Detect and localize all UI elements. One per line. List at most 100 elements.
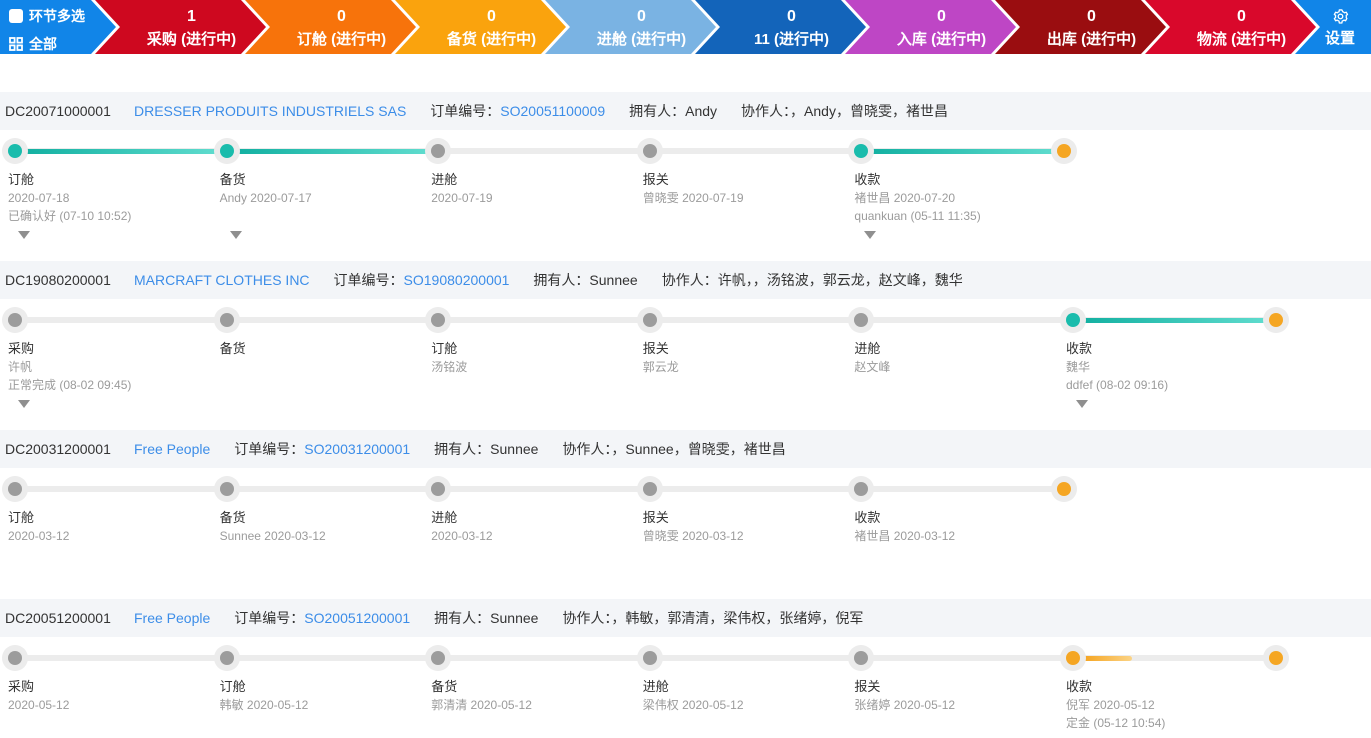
- timeline-segment-partial: [1082, 656, 1132, 661]
- milestone-dot[interactable]: [1066, 651, 1080, 665]
- timeline-segment-done: [15, 149, 227, 154]
- milestone-dot[interactable]: [854, 651, 869, 665]
- company-link[interactable]: MARCRAFT CLOTHES INC: [134, 272, 310, 288]
- company-link[interactable]: Free People: [134, 610, 210, 626]
- milestone-dot[interactable]: [642, 651, 657, 665]
- order-no-label: 订单编号：: [333, 272, 404, 288]
- stage-count: 1: [187, 8, 196, 25]
- timeline: 订舱 2020-07-18 已确认好 (07-10 10:52) 备货 Andy 202…: [0, 130, 1371, 261]
- end-dot[interactable]: [1269, 651, 1283, 665]
- milestone-name: 进舱: [431, 172, 458, 187]
- order-header: DC20071000001 DRESSER PRODUITS INDUSTRIEL…: [0, 92, 1371, 130]
- milestone-detail: 正常完成 (08-02 09:45): [8, 378, 132, 392]
- order-no-link[interactable]: SO20051100009: [500, 103, 605, 119]
- stage-label: 备货 (进行中): [446, 31, 537, 48]
- expand-arrow-icon[interactable]: [864, 231, 877, 239]
- milestone-detail: 梁伟权 2020-05-12: [642, 698, 744, 712]
- milestone-dot[interactable]: [219, 482, 234, 496]
- milestone-info: 订舱 汤铭波: [431, 339, 636, 376]
- stage-tab-caigou[interactable]: 1 采购 (进行中): [95, 0, 266, 54]
- company-link[interactable]: DRESSER PRODUITS INDUSTRIELS SAS: [134, 103, 406, 119]
- end-dot[interactable]: [1057, 144, 1072, 158]
- stage-tab-dingcang[interactable]: 0 订舱 (进行中): [245, 0, 416, 54]
- milestone-dot[interactable]: [219, 651, 234, 665]
- milestone-dot[interactable]: [8, 482, 22, 496]
- expand-arrow-icon[interactable]: [18, 231, 30, 239]
- milestone-info: 进舱 赵文峰: [854, 339, 1059, 376]
- milestone-detail: 2020-03-12: [431, 529, 493, 543]
- milestone-dot[interactable]: [8, 144, 22, 158]
- stage-label: 采购 (进行中): [146, 31, 237, 48]
- order-no: 订单编号：SO20051100009: [430, 101, 605, 121]
- stage-count: 0: [637, 8, 646, 25]
- order-row: DC20051200001 Free People 订单编号：SO200512000…: [0, 599, 1371, 738]
- milestone-dot[interactable]: [642, 482, 657, 496]
- milestone-info: 备货 郭清清 2020-05-12: [431, 677, 636, 714]
- milestone-name: 采购: [8, 679, 35, 694]
- stage-tab-ruku[interactable]: 0 入库 (进行中): [845, 0, 1016, 54]
- milestone-detail: 郭清清 2020-05-12: [431, 698, 532, 712]
- milestone-dot[interactable]: [854, 144, 869, 158]
- owner: 拥有人：Sunnee: [434, 441, 539, 457]
- milestone-dot[interactable]: [1066, 313, 1080, 327]
- milestone-dot[interactable]: [8, 651, 22, 665]
- order-code: DC20071000001: [5, 103, 111, 119]
- milestone-dot[interactable]: [8, 313, 22, 327]
- order-no-label: 订单编号：: [234, 441, 305, 457]
- timeline: 订舱 2020-03-12 备货 Sunnee 2020-03-12 进舱 2020-03…: [0, 468, 1371, 599]
- order-no-link[interactable]: SO19080200001: [404, 272, 510, 288]
- milestone-name: 进舱: [854, 341, 881, 356]
- stage-tab-chuku[interactable]: 0 出库 (进行中): [995, 0, 1166, 54]
- milestone-detail: 2020-07-18: [8, 191, 70, 205]
- milestone-info: 报关 曾晓雯 2020-03-12: [643, 508, 848, 545]
- milestone-info: 订舱 2020-03-12: [8, 508, 213, 545]
- milestone-info: 备货 Andy 2020-07-17: [220, 170, 425, 207]
- order-no-link[interactable]: SO20031200001: [304, 441, 410, 457]
- milestone-detail: 魏华: [1066, 360, 1091, 374]
- order-header: DC20031200001 Free People 订单编号：SO200312000…: [0, 430, 1371, 468]
- milestone-dot[interactable]: [219, 144, 234, 158]
- stage-tab-wuliu[interactable]: 0 物流 (进行中): [1145, 0, 1316, 54]
- milestone-dot[interactable]: [431, 651, 446, 665]
- expand-arrow-icon[interactable]: [1076, 400, 1088, 408]
- milestone-dot[interactable]: [854, 313, 869, 327]
- order-no-link[interactable]: SO20051200001: [304, 610, 410, 626]
- milestone-name: 采购: [8, 341, 35, 356]
- stage-label: 订舱 (进行中): [296, 31, 387, 48]
- milestone-detail: 2020-03-12: [8, 529, 70, 543]
- checkbox-icon[interactable]: [9, 9, 23, 23]
- expand-arrow-icon[interactable]: [229, 231, 242, 239]
- milestone-dot[interactable]: [854, 482, 869, 496]
- milestone-name: 收款: [854, 510, 881, 525]
- stage-tab-11[interactable]: 0 11 (进行中): [695, 0, 866, 54]
- end-dot[interactable]: [1057, 482, 1072, 496]
- collaborators: 协作人：，Sunnee，曾晓雯，褚世昌: [562, 441, 786, 457]
- stage-label: 入库 (进行中): [896, 31, 987, 48]
- stage-tab-jincang[interactable]: 0 进舱 (进行中): [545, 0, 716, 54]
- milestone-info: 报关 郭云龙: [643, 339, 848, 376]
- milestone-dot[interactable]: [431, 313, 446, 327]
- company-link[interactable]: Free People: [134, 441, 210, 457]
- end-dot[interactable]: [1269, 313, 1283, 327]
- milestone-detail: 许帆: [8, 360, 33, 374]
- collaborators: 协作人：许帆，，汤铭波，郭云龙，赵文峰，魏华: [661, 272, 963, 288]
- milestone-dot[interactable]: [431, 144, 446, 158]
- milestone-info: 收款褚世昌 2020-03-12: [854, 508, 1059, 545]
- milestone-detail: 定金 (05-12 10:54): [1066, 716, 1166, 730]
- milestone-dot[interactable]: [642, 144, 657, 158]
- milestone-name: 报关: [642, 510, 669, 525]
- milestone-dot[interactable]: [431, 482, 446, 496]
- timeline-track: [12, 486, 1068, 492]
- milestone-detail: 褚世昌 2020-03-12: [854, 529, 956, 543]
- stage-tab-beihuo[interactable]: 0 备货 (进行中): [395, 0, 566, 54]
- collaborators: 协作人：，韩敏，郭清清，梁伟权，张绪婷，倪军: [562, 610, 864, 626]
- order-no: 订单编号：SO20031200001: [234, 439, 410, 459]
- expand-arrow-icon[interactable]: [18, 400, 30, 408]
- gear-icon: [1332, 7, 1349, 27]
- milestone-info: 备货 Sunnee 2020-03-12: [220, 508, 425, 545]
- milestone-info: 采购许帆正常完成 (08-02 09:45): [8, 339, 213, 394]
- milestone-dot[interactable]: [219, 313, 234, 327]
- milestone-dot[interactable]: [642, 313, 657, 327]
- multi-select-toggle[interactable]: 环节多选: [9, 4, 116, 28]
- milestone-name: 备货: [219, 510, 246, 525]
